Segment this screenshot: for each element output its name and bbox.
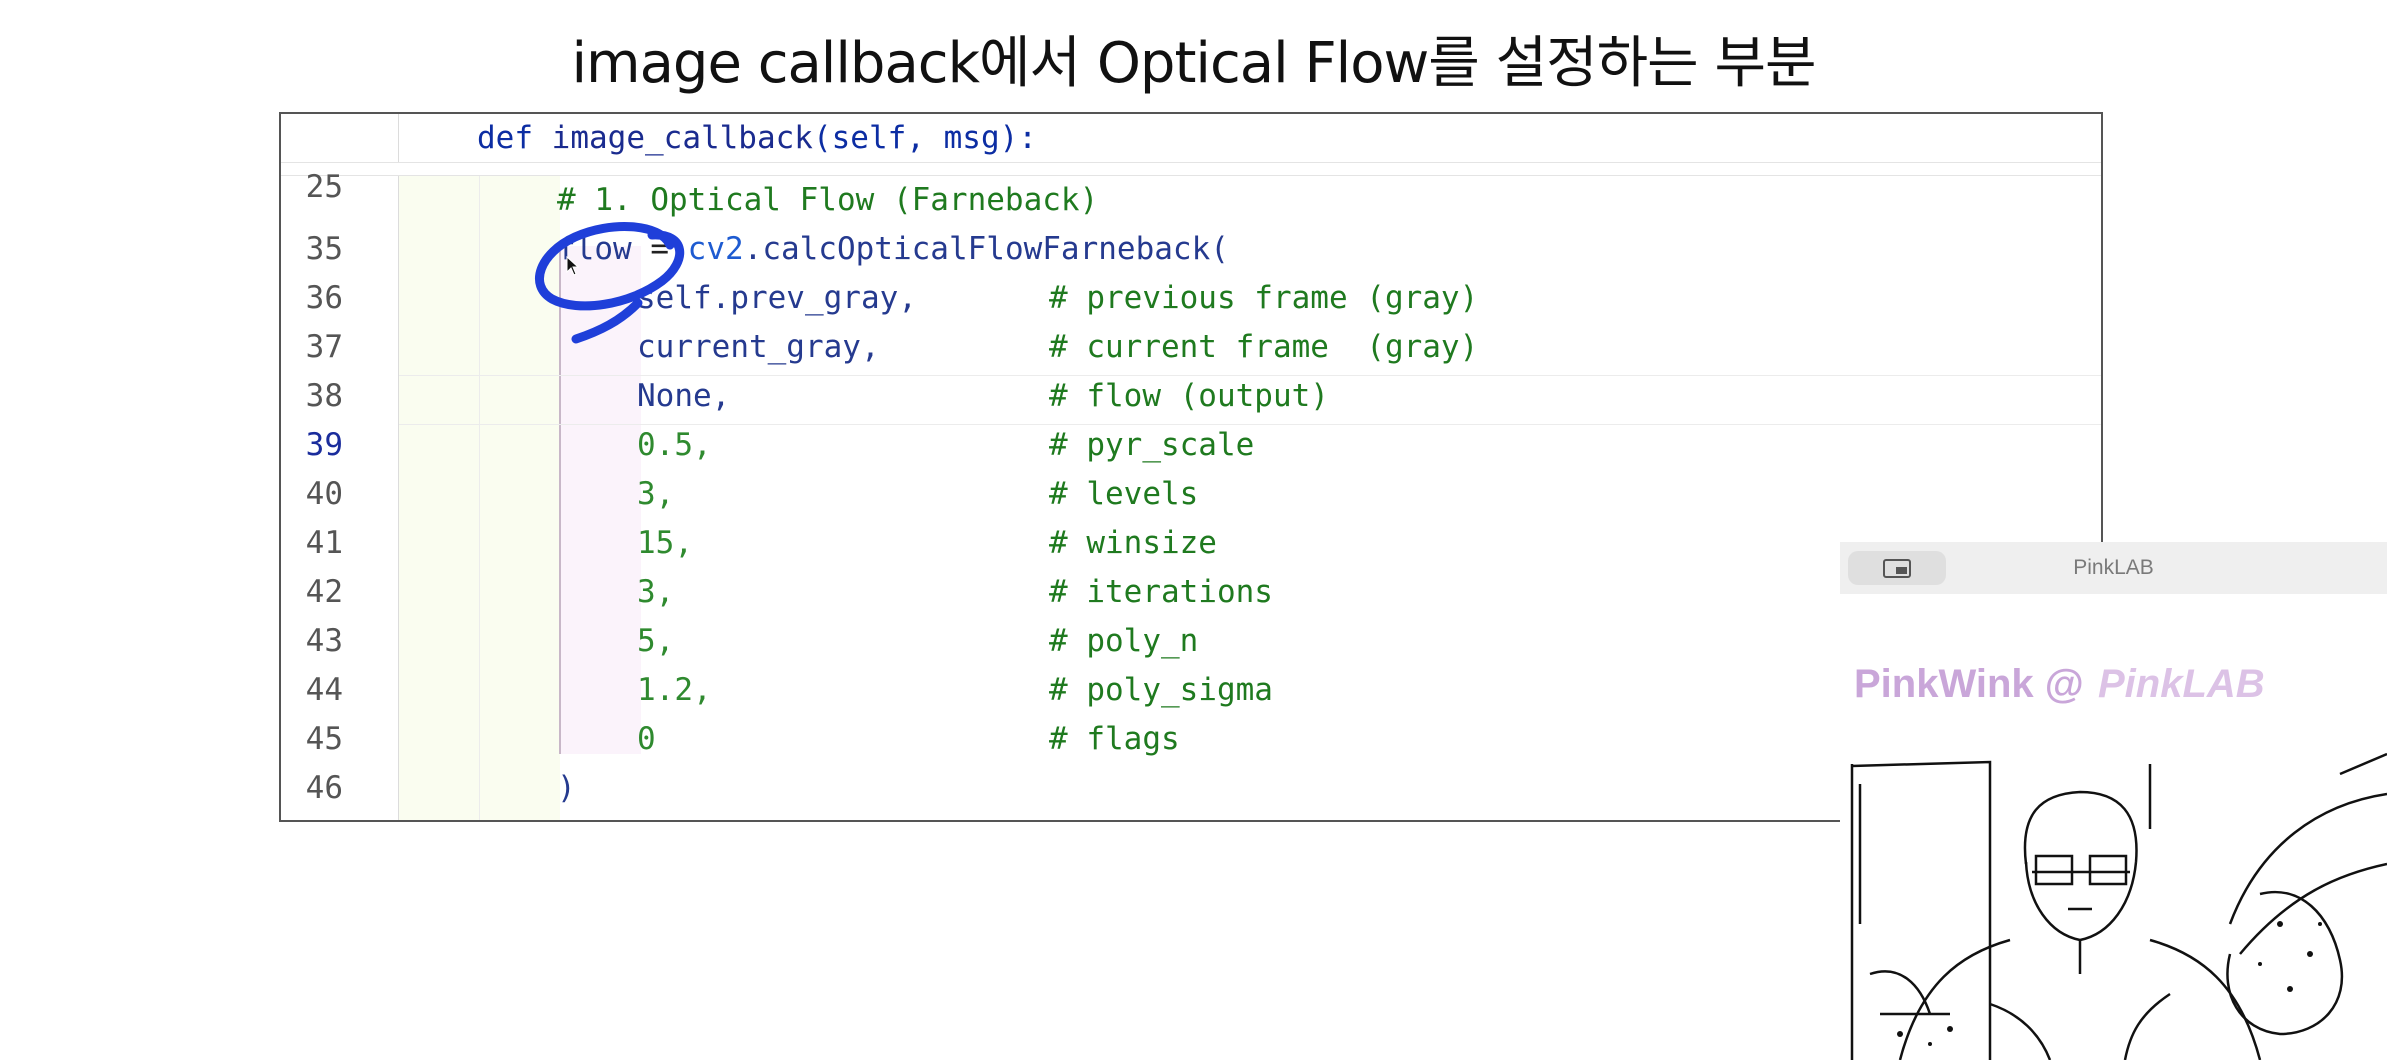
edge-detected-video-image xyxy=(1850,752,2387,1060)
call-token: .calcOpticalFlowFarneback( xyxy=(743,231,1229,267)
code-comment: # pyr_scale xyxy=(1049,427,1255,463)
code-arg: 1.2, xyxy=(637,672,712,708)
params-token: (self, msg): xyxy=(812,120,1037,156)
line-number: 47 xyxy=(281,813,343,820)
mouse-pointer-icon xyxy=(566,256,580,276)
code-arg: 5, xyxy=(637,623,675,659)
code-line: 46 0 # flags xyxy=(281,715,2101,806)
code-line: 25 def image_callback(self, msg): xyxy=(281,114,2101,205)
keyword-token: def xyxy=(477,120,533,156)
code-comment: # flow (output) xyxy=(1049,378,1329,414)
code-line: 47 ) xyxy=(281,764,2101,820)
code-arg: 15, xyxy=(637,525,693,561)
code-line: 41 3, # levels xyxy=(281,470,2101,561)
code-line: 45 1.2, # poly_sigma xyxy=(281,666,2101,757)
code-comment: # poly_sigma xyxy=(1049,672,1273,708)
code-line: 40 0.5, # pyr_scale xyxy=(281,421,2101,512)
function-name-token: image_callback xyxy=(551,120,813,156)
code-comment: # poly_n xyxy=(1049,623,1199,659)
code-arg: 0 xyxy=(637,721,656,757)
code-arg: None, xyxy=(637,378,731,414)
code-line: 42 15, # winsize xyxy=(281,519,2101,610)
code-comment: # winsize xyxy=(1049,525,1217,561)
code-arg: 3, xyxy=(637,574,675,610)
webcam-feed: PinkWink @ PinkLAB xyxy=(1840,594,2387,1060)
annotation-circle xyxy=(535,222,685,344)
webcam-overlay-window[interactable]: PinkLAB PinkWink @ PinkLAB xyxy=(1840,542,2387,1060)
closing-paren: ) xyxy=(557,770,576,806)
code-comment: # current frame (gray) xyxy=(1049,329,1479,365)
code-comment: # iterations xyxy=(1049,574,1273,610)
code-arg: 3, xyxy=(637,476,675,512)
code-comment: # levels xyxy=(1049,476,1199,512)
code-comment: # previous frame (gray) xyxy=(1049,280,1479,316)
folded-region-separator xyxy=(281,162,2101,176)
code-line: 44 5, # poly_n xyxy=(281,617,2101,708)
overlay-titlebar[interactable]: PinkLAB xyxy=(1840,542,2387,595)
slide-title: image callback에서 Optical Flow를 설정하는 부분 xyxy=(571,31,1816,96)
overlay-window-title: PinkLAB xyxy=(2073,556,2154,579)
code-line: 43 3, # iterations xyxy=(281,568,2101,659)
code-arg: 0.5, xyxy=(637,427,712,463)
code-line: 39 None, # flow (output) xyxy=(281,372,2101,463)
code-comment: # flags xyxy=(1049,721,1180,757)
